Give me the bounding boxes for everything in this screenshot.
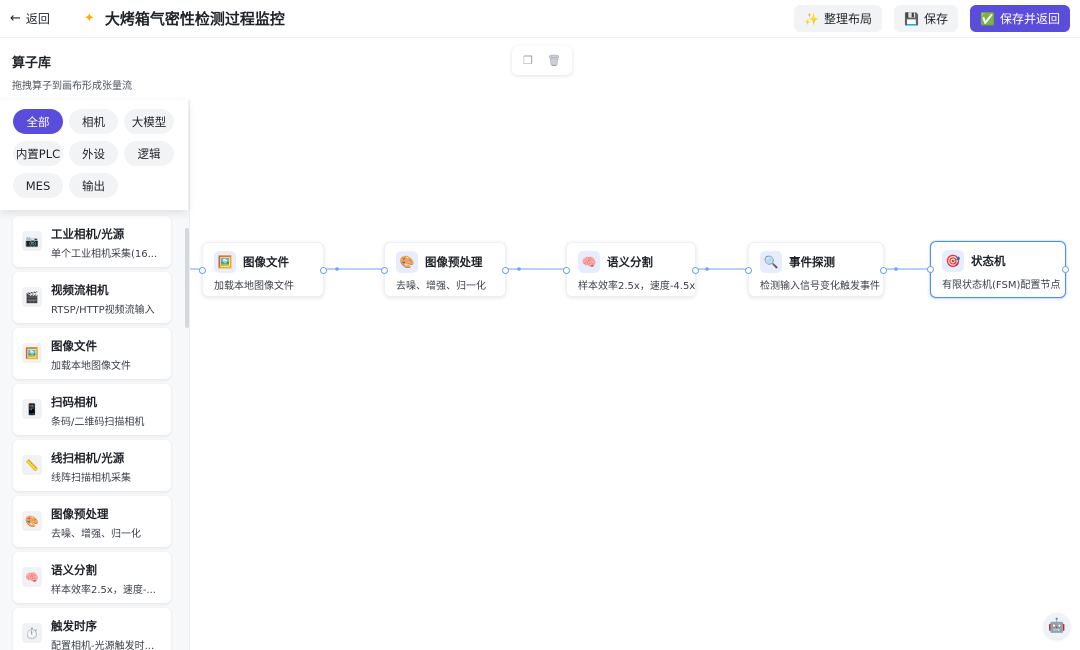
chip-peripheral[interactable]: 外设 — [69, 141, 118, 166]
node-title: 图像文件 — [243, 255, 289, 269]
input-port[interactable] — [381, 267, 388, 274]
library-subtitle: 拖拽算子到画布形成张量流 — [12, 81, 132, 92]
stopwatch-icon: ⏱️ — [22, 623, 42, 643]
operator-name: 语义分割 — [51, 563, 97, 577]
operator-name: 图像预处理 — [51, 507, 109, 521]
output-port[interactable] — [502, 267, 509, 274]
node-title: 事件探测 — [789, 255, 835, 269]
chip-large-model[interactable]: 大模型 — [124, 109, 174, 134]
back-button[interactable]: ← 返回 — [10, 10, 50, 27]
flow-canvas[interactable] — [190, 38, 1080, 650]
arrow-left-icon: ← — [10, 11, 21, 26]
node-title: 语义分割 — [607, 255, 653, 269]
chip-all[interactable]: 全部 — [13, 109, 63, 134]
title-wrap: ✦ 大烤箱气密性检测过程监控 — [84, 8, 285, 29]
operator-item-barcode-camera[interactable]: 📱 扫码相机 条码/二维码扫描相机 — [13, 384, 171, 435]
operator-name: 扫码相机 — [51, 395, 97, 409]
arrange-layout-button[interactable]: ✨ 整理布局 — [794, 5, 883, 32]
operator-name: 触发时序 — [51, 619, 97, 633]
sparkle-icon: ✦ — [83, 11, 95, 26]
output-port[interactable] — [1062, 266, 1069, 273]
operator-item-image-preprocess[interactable]: 🎨 图像预处理 去噪、增强、归一化 — [13, 496, 171, 547]
output-port[interactable] — [880, 267, 887, 274]
save-and-return-button[interactable]: ✅ 保存并返回 — [970, 5, 1070, 32]
camera-icon: 📷 — [22, 231, 42, 251]
node-desc: 去噪、增强、归一化 — [396, 281, 486, 292]
picture-icon: 🖼️ — [22, 343, 42, 363]
node-title: 状态机 — [971, 254, 1006, 268]
input-port[interactable] — [199, 267, 206, 274]
palette-icon: 🎨 — [396, 251, 418, 273]
sidebar-scrollbar[interactable] — [185, 228, 189, 328]
node-title: 图像预处理 — [425, 255, 483, 269]
input-port[interactable] — [563, 267, 570, 274]
chip-logic[interactable]: 逻辑 — [124, 141, 174, 166]
flow-node-semantic-segmentation[interactable]: 🧠 语义分割 样本效率2.5x，速度-4.5x — [563, 242, 699, 297]
node-desc: 检测输入信号变化触发事件 — [760, 281, 880, 292]
palette-icon: 🎨 — [22, 511, 42, 531]
operator-desc: 去噪、增强、归一化 — [51, 529, 141, 540]
sparkles-icon: ✨ — [804, 11, 820, 26]
brain-icon: 🧠 — [578, 251, 600, 273]
save-and-return-label: 保存并返回 — [999, 12, 1060, 26]
node-desc: 有限状态机(FSM)配置节点 — [942, 280, 1061, 291]
back-label: 返回 — [25, 12, 50, 26]
operator-list: 📷 工业相机/光源 单个工业相机采集(16... 🎬 视频流相机 RTSP/HT… — [0, 210, 186, 650]
library-header: 算子库 拖拽算子到画布形成张量流 — [0, 38, 190, 100]
arrange-layout-label: 整理布局 — [824, 12, 873, 26]
operator-item-image-file[interactable]: 🖼️ 图像文件 加载本地图像文件 — [13, 328, 171, 379]
category-filter: 全部 相机 大模型 内置PLC 外设 逻辑 MES 输出 — [0, 100, 188, 210]
operator-desc: 单个工业相机采集(16... — [51, 249, 158, 260]
output-port[interactable] — [692, 267, 699, 274]
node-desc: 加载本地图像文件 — [214, 281, 294, 292]
operator-item-video-stream-camera[interactable]: 🎬 视频流相机 RTSP/HTTP视频流输入 — [13, 272, 171, 323]
target-icon: 🎯 — [942, 250, 964, 272]
operator-name: 图像文件 — [51, 339, 97, 353]
chip-output[interactable]: 输出 — [69, 173, 118, 198]
input-port[interactable] — [745, 267, 752, 274]
save-label: 保存 — [924, 12, 949, 26]
library-title: 算子库 — [12, 56, 52, 71]
chip-camera[interactable]: 相机 — [69, 109, 118, 134]
operator-name: 工业相机/光源 — [51, 227, 125, 241]
operator-desc: 加载本地图像文件 — [51, 361, 131, 372]
operator-desc: 样本效率2.5x，速度-... — [51, 585, 156, 596]
phone-icon: 📱 — [22, 399, 42, 419]
flow-node-event-detection[interactable]: 🔍 事件探测 检测输入信号变化触发事件 — [745, 242, 887, 297]
top-bar: ← 返回 ✦ 大烤箱气密性检测过程监控 ✨ 整理布局 💾 保存 ✅ 保存并返回 — [0, 0, 1080, 38]
copy-icon[interactable]: ❐ — [523, 54, 533, 67]
top-actions: ✨ 整理布局 💾 保存 ✅ 保存并返回 — [794, 5, 1070, 32]
canvas-floating-toolbar: ❐ 🗑 — [512, 46, 572, 75]
flow-node-image-file[interactable]: 🖼️ 图像文件 加载本地图像文件 — [199, 242, 327, 297]
brain-icon: 🧠 — [22, 567, 42, 587]
operator-item-semantic-segmentation[interactable]: 🧠 语义分割 样本效率2.5x，速度-... — [13, 552, 171, 603]
flow-node-state-machine[interactable]: 🎯 状态机 有限状态机(FSM)配置节点 — [927, 241, 1069, 298]
save-button[interactable]: 💾 保存 — [894, 5, 959, 32]
delete-icon[interactable]: 🗑 — [547, 54, 561, 67]
operator-item-trigger-timing[interactable]: ⏱️ 触发时序 配置相机-光源触发时... — [13, 608, 171, 650]
input-port[interactable] — [927, 266, 934, 273]
operator-desc: 条码/二维码扫描相机 — [51, 417, 145, 428]
page-title: 大烤箱气密性检测过程监控 — [104, 10, 285, 28]
floppy-disk-icon: 💾 — [904, 11, 920, 26]
chip-builtin-plc[interactable]: 内置PLC — [13, 141, 63, 166]
node-desc: 样本效率2.5x，速度-4.5x — [578, 281, 696, 292]
video-camera-icon: 🎬 — [22, 287, 42, 307]
operator-desc: 线阵扫描相机采集 — [51, 473, 131, 484]
chip-mes[interactable]: MES — [13, 173, 63, 198]
operator-item-line-scan-camera[interactable]: 📏 线扫相机/光源 线阵扫描相机采集 — [13, 440, 171, 491]
operator-library-panel: 算子库 拖拽算子到画布形成张量流 全部 相机 大模型 内置PLC 外设 逻辑 M… — [0, 38, 190, 650]
operator-desc: RTSP/HTTP视频流输入 — [51, 305, 155, 316]
picture-icon: 🖼️ — [214, 251, 236, 273]
operator-name: 线扫相机/光源 — [51, 451, 125, 465]
operator-desc: 配置相机-光源触发时... — [51, 641, 155, 650]
operator-item-industrial-camera[interactable]: 📷 工业相机/光源 单个工业相机采集(16... — [13, 216, 171, 267]
ruler-icon: 📏 — [22, 455, 42, 475]
check-box-icon: ✅ — [980, 11, 995, 26]
assistant-robot-icon[interactable]: 🤖 — [1044, 613, 1070, 639]
magnifier-icon: 🔍 — [760, 251, 782, 273]
flow-node-image-preprocess[interactable]: 🎨 图像预处理 去噪、增强、归一化 — [381, 242, 509, 297]
operator-name: 视频流相机 — [51, 283, 109, 297]
output-port[interactable] — [320, 267, 327, 274]
